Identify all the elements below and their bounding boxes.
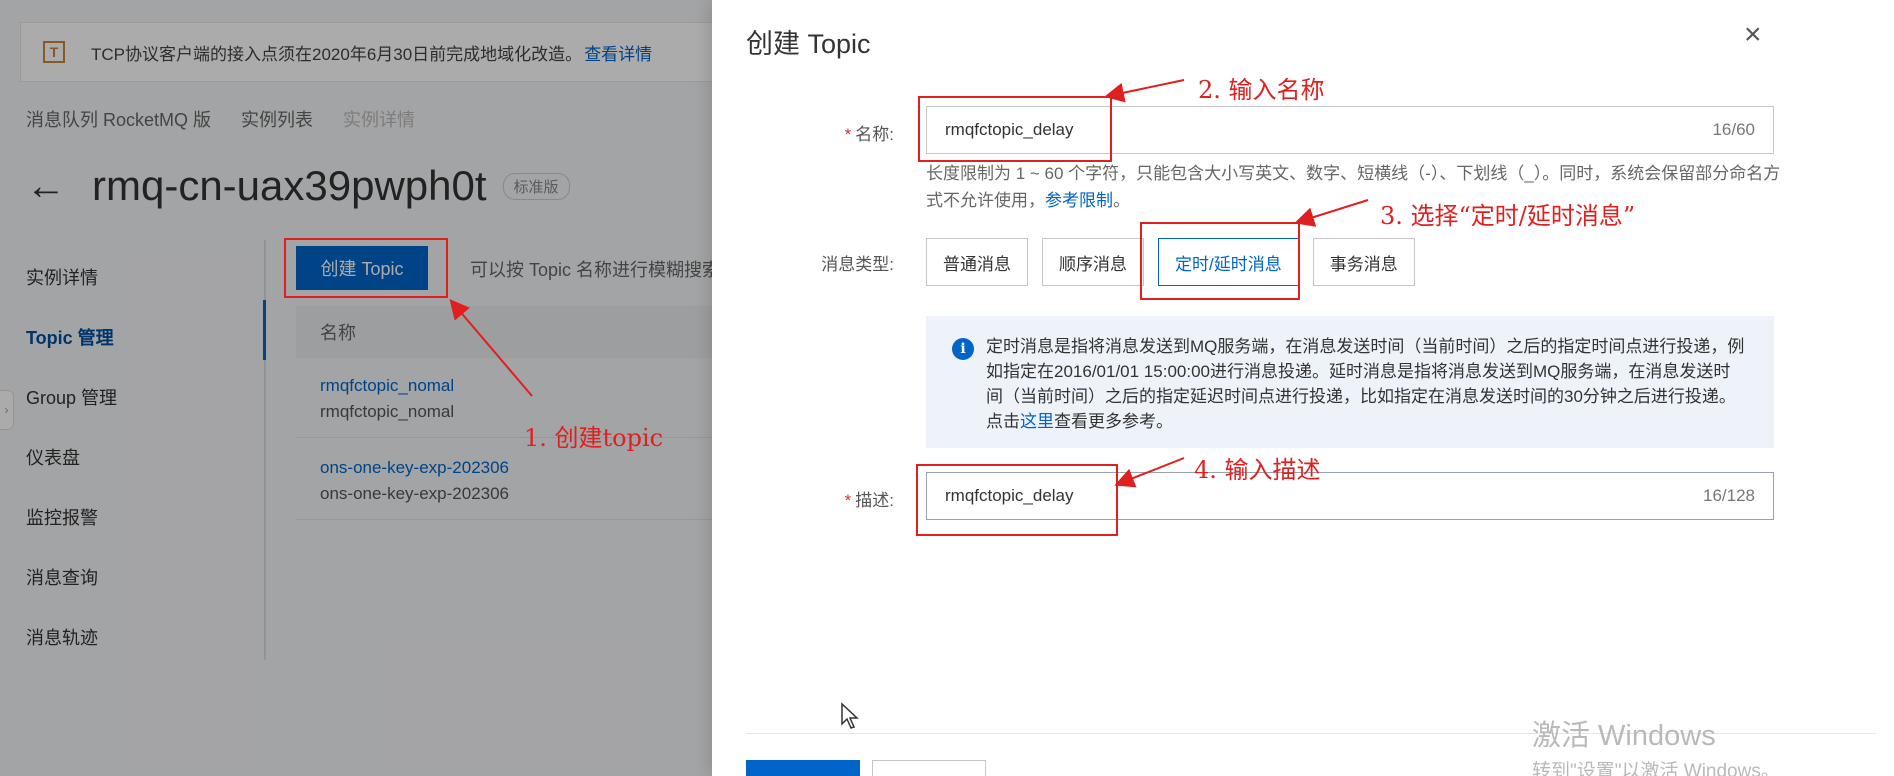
annotation-step1: 1. 创建topic — [524, 424, 664, 452]
annotation-box-create — [284, 238, 448, 298]
description-label: * 描述: — [845, 486, 894, 511]
name-label-text: 名称: — [855, 125, 894, 144]
annotation-box-type — [1140, 222, 1300, 300]
drawer-title: 创建 Topic — [746, 29, 871, 59]
info-tail: 查看更多参考。 — [1054, 412, 1173, 431]
annotation-step4: 4. 输入描述 — [1194, 456, 1321, 484]
required-mark: * — [844, 125, 852, 144]
close-icon[interactable]: × — [1744, 20, 1762, 50]
info-link[interactable]: 这里 — [1020, 412, 1054, 431]
annotation-step2: 2. 输入名称 — [1198, 76, 1325, 104]
cancel-button[interactable] — [872, 760, 986, 776]
help-tail: 。 — [1113, 191, 1130, 210]
reference-limit-link[interactable]: 参考限制 — [1045, 191, 1113, 210]
watermark-line1: 激活 Windows — [1532, 720, 1716, 752]
annotation-step3: 3. 选择“定时/延时消息” — [1380, 202, 1636, 230]
mouse-pointer-icon — [840, 702, 860, 735]
confirm-button[interactable] — [746, 760, 860, 776]
windows-activation-watermark: 激活 Windows 转到"设置"以激活 Windows。 — [1532, 712, 1780, 776]
create-topic-drawer: 创建 Topic × *名称: 16/60 长度限制为 1 ~ 60 个字符，只… — [712, 0, 1894, 776]
watermark-line2: 转到"设置"以激活 Windows。 — [1532, 761, 1780, 776]
annotation-box-name — [918, 96, 1112, 162]
type-ordered-button[interactable]: 顺序消息 — [1042, 238, 1144, 286]
annotation-box-description — [916, 464, 1118, 536]
background-page: T TCP协议客户端的接入点须在2020年6月30日前完成地域化改造。 查看详情… — [0, 0, 712, 776]
type-transaction-button[interactable]: 事务消息 — [1312, 238, 1415, 286]
name-label: * 名称: — [845, 120, 894, 145]
info-icon: i — [952, 338, 974, 360]
message-type-label: 消息类型: — [821, 255, 894, 274]
name-char-counter: 16/60 — [1712, 120, 1755, 139]
description-label-text: 描述: — [855, 491, 894, 510]
required-mark: * — [844, 491, 852, 510]
description-char-counter: 16/128 — [1703, 486, 1755, 505]
name-help-text: 长度限制为 1 ~ 60 个字符，只能包含大小写英文、数字、短横线（-）、下划线… — [926, 160, 1786, 214]
type-normal-button[interactable]: 普通消息 — [926, 238, 1028, 286]
message-type-info: i 定时消息是指将消息发送到MQ服务端，在消息发送时间（当前时间）之后的指定时间… — [926, 316, 1774, 448]
modal-overlay[interactable] — [0, 0, 712, 776]
